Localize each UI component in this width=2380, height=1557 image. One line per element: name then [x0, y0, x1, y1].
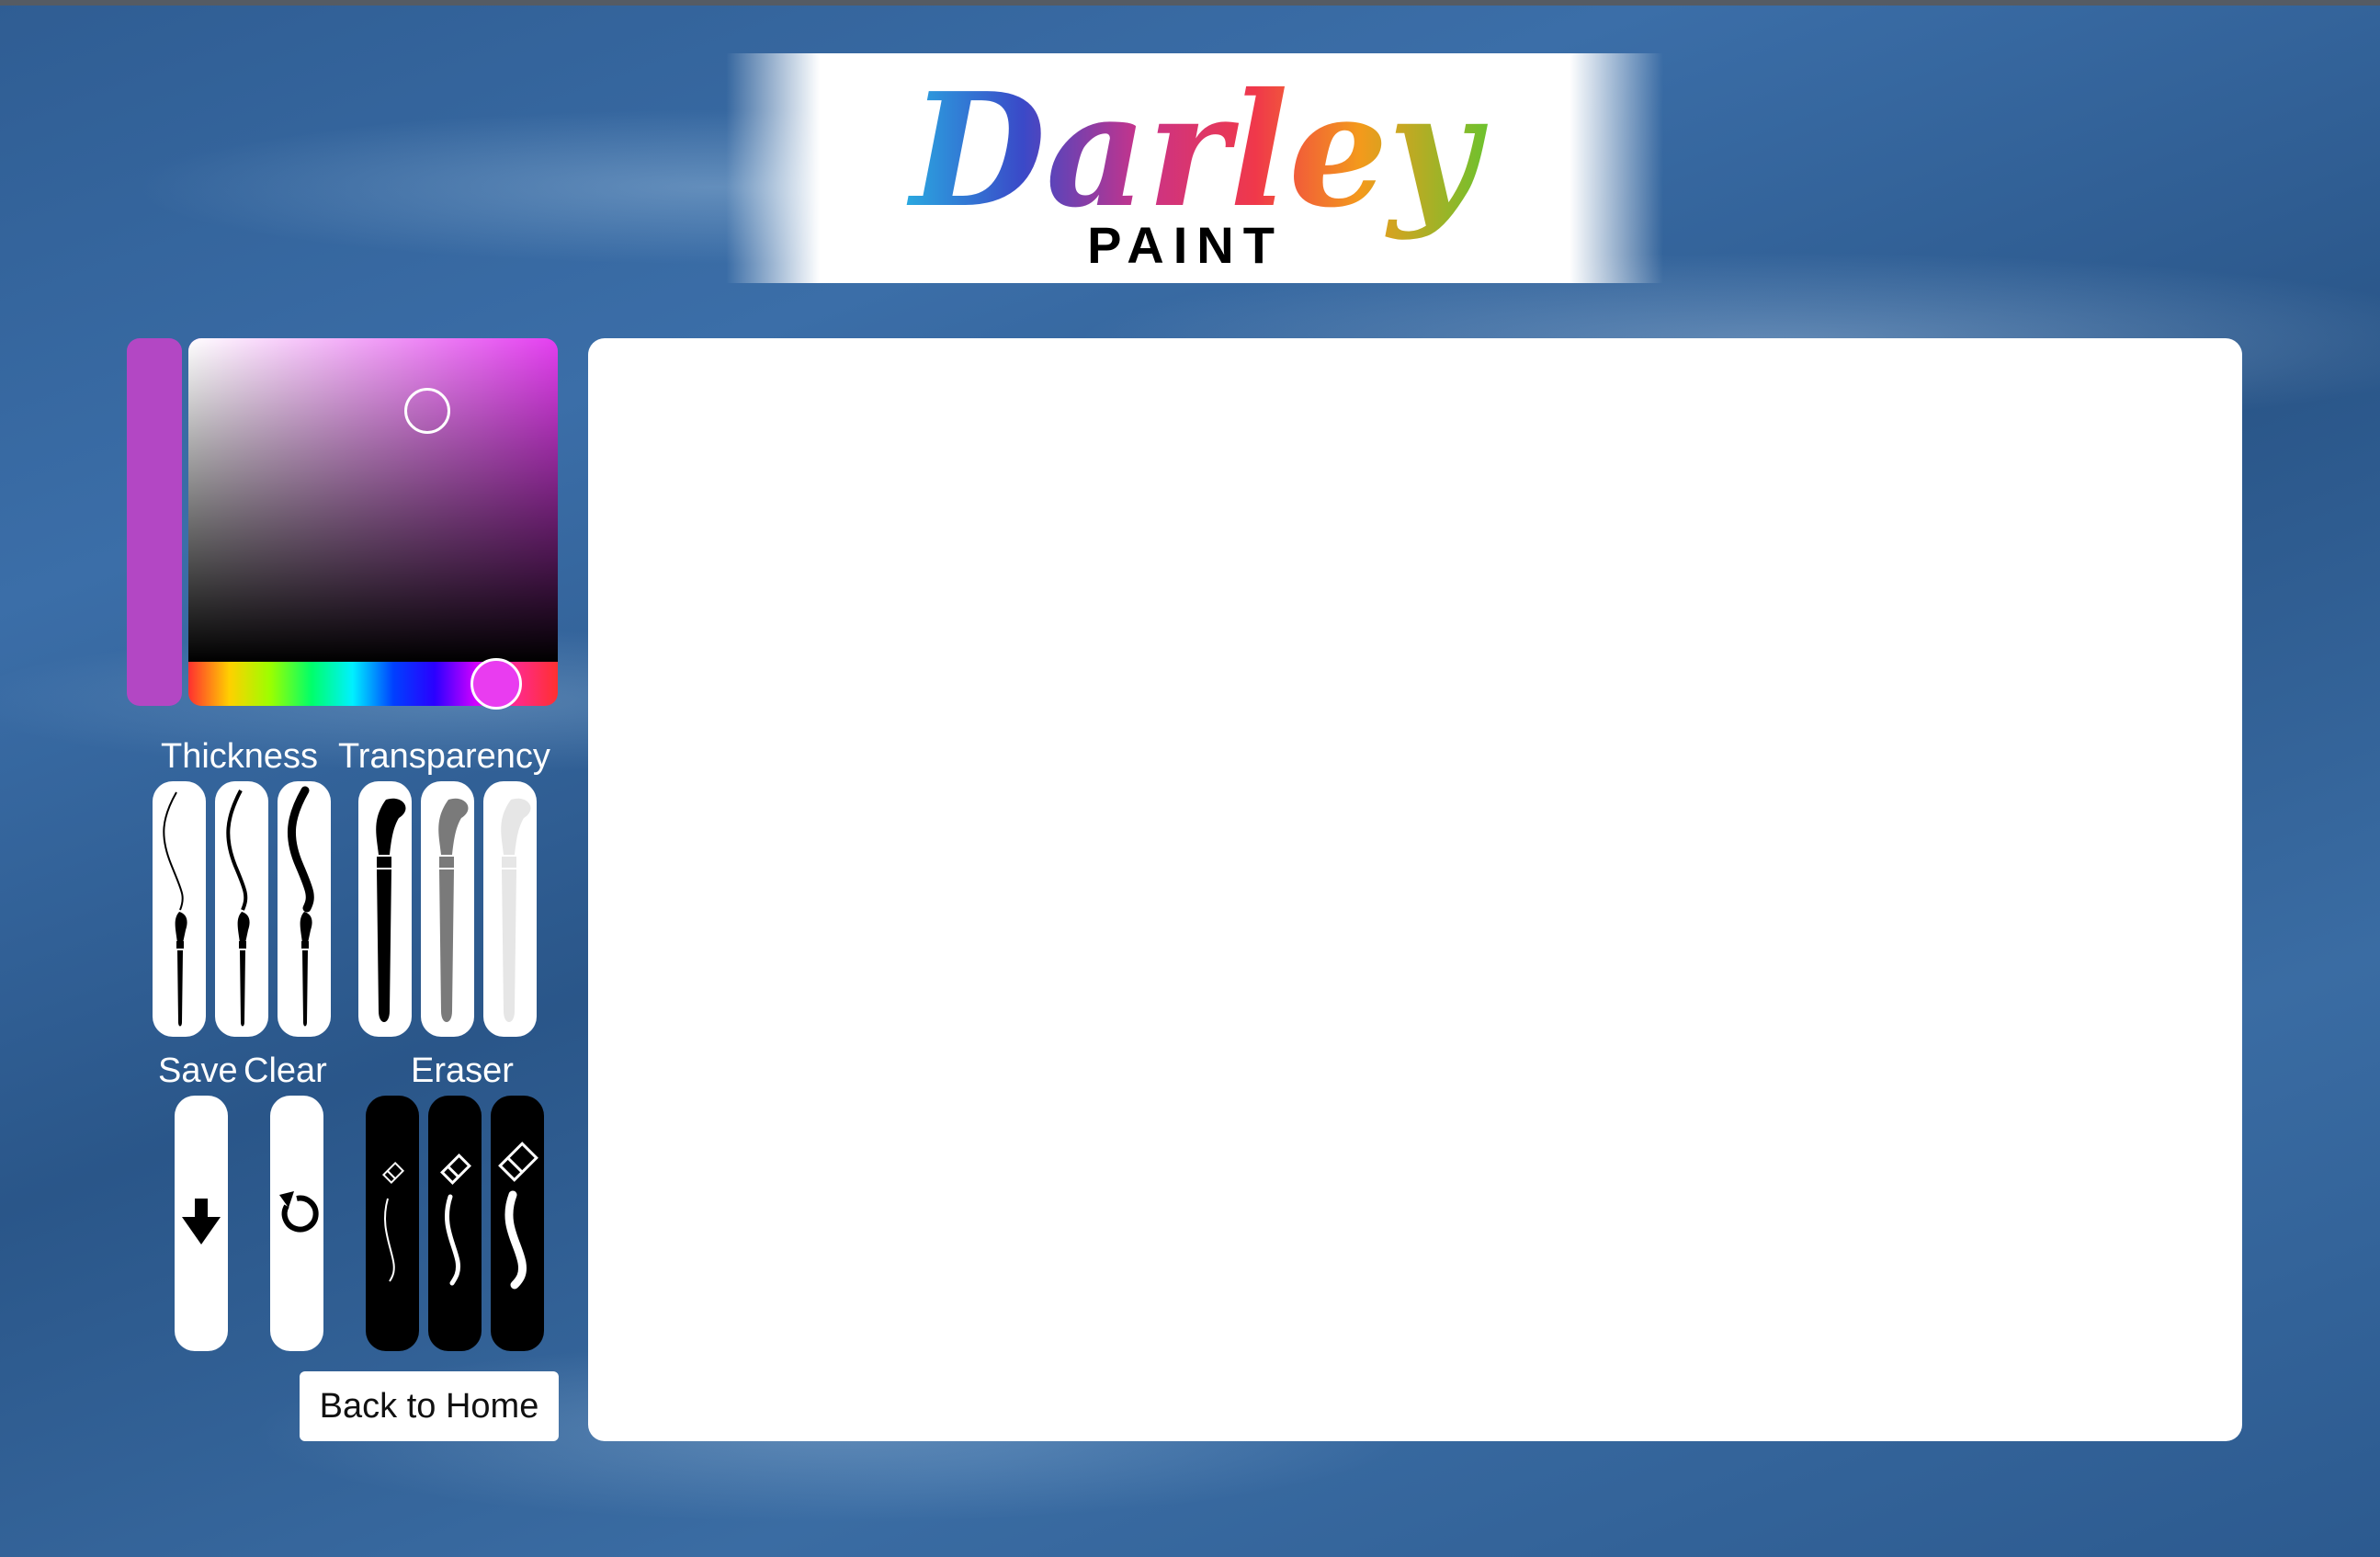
small-eraser-icon: [381, 1161, 405, 1282]
window-top-edge: [0, 0, 2380, 6]
saturation-value-picker[interactable]: [188, 338, 558, 662]
save-button[interactable]: [175, 1096, 228, 1351]
transparent-brush-icon: [501, 798, 531, 1022]
eraser-medium-button[interactable]: [428, 1096, 482, 1351]
thin-brush-icon: [163, 791, 187, 1027]
logo-text: Darley: [907, 59, 1489, 243]
drawing-canvas[interactable]: [588, 338, 2242, 1441]
eraser-large-button[interactable]: [491, 1096, 544, 1351]
logo-graphic: Darley PAINT: [907, 59, 1489, 274]
refresh-icon: [279, 1191, 319, 1233]
thick-brush-icon: [287, 786, 314, 1027]
opaque-brush-icon: [376, 798, 406, 1022]
transparency-label: Transparency: [338, 737, 550, 776]
eraser-label: Eraser: [411, 1051, 514, 1090]
thickness-thin-button[interactable]: [153, 781, 206, 1037]
hue-slider-handle[interactable]: [470, 658, 522, 710]
transparency-light-button[interactable]: [483, 781, 537, 1037]
medium-eraser-icon: [440, 1154, 471, 1286]
thickness-medium-button[interactable]: [215, 781, 268, 1037]
large-eraser-icon: [498, 1142, 538, 1290]
app-logo: Darley PAINT: [726, 53, 1663, 283]
transparency-opaque-button[interactable]: [358, 781, 412, 1037]
clear-label: Clear: [244, 1051, 327, 1090]
current-color-swatch: [127, 338, 182, 706]
back-to-home-button[interactable]: Back to Home: [300, 1371, 559, 1441]
clear-button[interactable]: [270, 1096, 323, 1351]
save-label: Save: [158, 1051, 238, 1090]
half-transparent-brush-icon: [438, 798, 469, 1022]
eraser-small-button[interactable]: [366, 1096, 419, 1351]
saturation-value-handle[interactable]: [404, 388, 450, 434]
thickness-thick-button[interactable]: [278, 781, 331, 1037]
transparency-half-button[interactable]: [421, 781, 474, 1037]
logo-subtext: PAINT: [1087, 216, 1284, 274]
medium-brush-icon: [226, 790, 250, 1027]
download-arrow-icon: [182, 1199, 221, 1244]
thickness-label: Thickness: [161, 737, 319, 776]
